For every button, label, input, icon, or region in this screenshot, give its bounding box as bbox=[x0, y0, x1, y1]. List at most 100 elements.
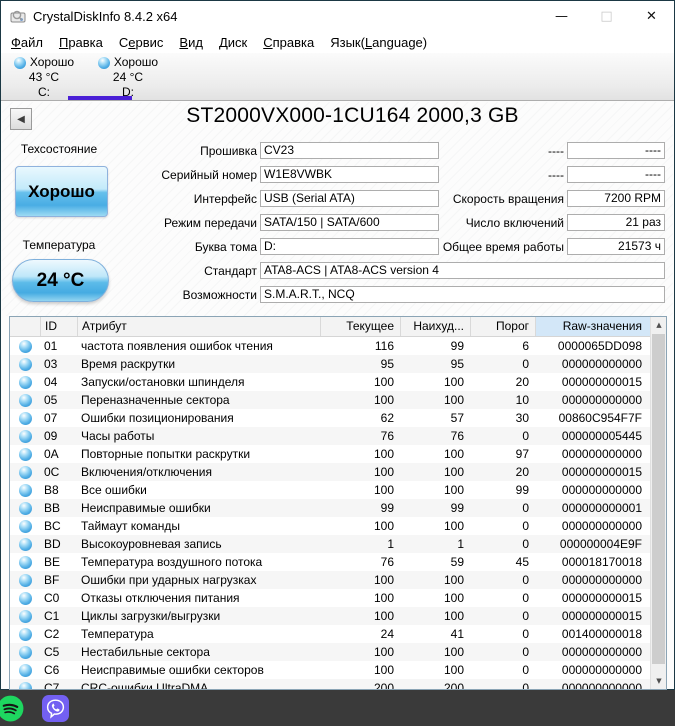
field-label: Скорость вращения bbox=[452, 192, 564, 206]
table-cell: Температура воздушного потока bbox=[81, 555, 263, 569]
viber-icon[interactable] bbox=[42, 695, 69, 722]
menu-item[interactable]: Файл bbox=[3, 33, 51, 52]
back-button[interactable]: ◀ bbox=[10, 108, 32, 130]
drive-tab-C[interactable]: Хорошо 43 °C C: bbox=[2, 55, 86, 99]
maximize-button[interactable]: □ bbox=[584, 1, 629, 31]
table-cell: 000000000000 bbox=[561, 573, 642, 587]
table-row[interactable]: 09 Часы работы 76 76 0 000000005445 bbox=[10, 427, 650, 445]
table-cell: Нестабильные сектора bbox=[81, 645, 210, 659]
status-cell bbox=[10, 481, 40, 499]
table-cell: 000000000000 bbox=[561, 357, 642, 371]
smart-table-body: 01 частота появления ошибок чтения 116 99 6 0… bbox=[10, 337, 666, 690]
table-cell: 000000000000 bbox=[561, 447, 642, 461]
table-cell: 0A bbox=[44, 447, 59, 461]
header-cell[interactable]: ID bbox=[40, 317, 77, 336]
table-row[interactable]: BF Ошибки при ударных нагрузках 100 100 0 000… bbox=[10, 571, 650, 589]
table-cell: BD bbox=[44, 537, 61, 551]
field-value-box[interactable]: 21573 ч bbox=[567, 238, 665, 255]
table-cell: 0 bbox=[522, 357, 529, 371]
header-cell[interactable]: Raw-значения bbox=[535, 317, 650, 336]
table-cell: 000000000015 bbox=[561, 465, 642, 479]
drive-tab-D[interactable]: Хорошо 24 °C D: bbox=[86, 55, 170, 99]
minimize-button[interactable]: — bbox=[539, 1, 584, 31]
table-cell: 100 bbox=[443, 375, 464, 389]
table-row[interactable]: 01 частота появления ошибок чтения 116 99 6 0… bbox=[10, 337, 650, 355]
close-button[interactable]: ✕ bbox=[629, 1, 674, 31]
table-cell: Переназначенные сектора bbox=[81, 393, 230, 407]
table-cell: 0 bbox=[522, 537, 529, 551]
table-row[interactable]: BC Таймаут команды 100 100 0 000000000000 bbox=[10, 517, 650, 535]
status-cell bbox=[10, 499, 40, 517]
field-value-box[interactable]: D: bbox=[260, 238, 439, 255]
table-cell: 100 bbox=[373, 573, 394, 587]
status-cell bbox=[10, 445, 40, 463]
table-row[interactable]: 07 Ошибки позиционирования 62 57 30 00860C954… bbox=[10, 409, 650, 427]
field-label: Серийный номер bbox=[161, 168, 257, 182]
field-value-box[interactable]: W1E8VWBK bbox=[260, 166, 439, 183]
menu-item[interactable]: Правка bbox=[51, 33, 111, 52]
field-value-box[interactable]: 7200 RPM bbox=[567, 190, 665, 207]
header-cell[interactable] bbox=[10, 317, 40, 336]
scrollbar-down-icon[interactable]: ▼ bbox=[651, 673, 666, 689]
titlebar: CrystalDiskInfo 8.4.2 x64 — □ ✕ bbox=[1, 1, 674, 31]
status-cell bbox=[10, 355, 40, 373]
table-row[interactable]: 04 Запуски/остановки шпинделя 100 100 20 0000… bbox=[10, 373, 650, 391]
drive-title: ST2000VX000-1CU164 2000,3 GB bbox=[186, 104, 519, 127]
table-row[interactable]: 05 Переназначенные сектора 100 100 10 0000000… bbox=[10, 391, 650, 409]
status-orb-icon bbox=[18, 663, 32, 677]
vertical-scrollbar[interactable]: ▲ ▼ bbox=[650, 317, 666, 689]
field-value-box[interactable]: ---- bbox=[567, 166, 665, 183]
health-status-button[interactable]: Хорошо bbox=[15, 166, 108, 217]
menu-item[interactable]: Справка bbox=[255, 33, 322, 52]
table-row[interactable]: C7 CRC-ошибки UltraDMA 200 200 0 000000000000 bbox=[10, 679, 650, 690]
table-row[interactable]: BD Высокоуровневая запись 1 1 0 000000004E9F bbox=[10, 535, 650, 553]
header-cell[interactable]: Текущее bbox=[320, 317, 400, 336]
header-cell[interactable]: Наихуд... bbox=[400, 317, 470, 336]
table-row[interactable]: C1 Циклы загрузки/выгрузки 100 100 0 00000000… bbox=[10, 607, 650, 625]
field-value-box[interactable]: 21 раз bbox=[567, 214, 665, 231]
scrollbar-up-icon[interactable]: ▲ bbox=[651, 317, 666, 333]
table-cell: Ошибки при ударных нагрузках bbox=[81, 573, 257, 587]
table-row[interactable]: 0A Повторные попытки раскрутки 100 100 97 000… bbox=[10, 445, 650, 463]
table-row[interactable]: C2 Температура 24 41 0 001400000018 bbox=[10, 625, 650, 643]
table-cell: BE bbox=[44, 555, 61, 569]
table-row[interactable]: 03 Время раскрутки 95 95 0 000000000000 bbox=[10, 355, 650, 373]
status-cell bbox=[10, 589, 40, 607]
table-row[interactable]: C6 Неисправимые ошибки секторов 100 100 0 000… bbox=[10, 661, 650, 679]
table-row[interactable]: BE Температура воздушного потока 76 59 45 000… bbox=[10, 553, 650, 571]
table-cell: CRC-ошибки UltraDMA bbox=[81, 681, 209, 690]
field-value-box[interactable]: ATA8-ACS | ATA8-ACS version 4 bbox=[260, 262, 665, 279]
menu-item[interactable]: Сервис bbox=[111, 33, 172, 52]
field-value-box[interactable]: SATA/150 | SATA/600 bbox=[260, 214, 439, 231]
field-value-box[interactable]: CV23 bbox=[260, 142, 439, 159]
status-orb-icon bbox=[18, 339, 32, 353]
scrollbar-thumb[interactable] bbox=[652, 334, 665, 664]
menu-item[interactable]: Диск bbox=[211, 33, 255, 52]
status-orb-icon bbox=[18, 465, 32, 479]
table-row[interactable]: B8 Все ошибки 100 100 99 000000000000 bbox=[10, 481, 650, 499]
table-row[interactable]: BB Неисправимые ошибки 99 99 0 000000000001 bbox=[10, 499, 650, 517]
table-cell: 45 bbox=[515, 555, 529, 569]
table-cell: 100 bbox=[443, 663, 464, 677]
table-row[interactable]: 0C Включения/отключения 100 100 20 0000000000… bbox=[10, 463, 650, 481]
field-value-box[interactable]: USB (Serial ATA) bbox=[260, 190, 439, 207]
table-row[interactable]: C0 Отказы отключения питания 100 100 0 000000… bbox=[10, 589, 650, 607]
table-cell: Высокоуровневая запись bbox=[81, 537, 222, 551]
table-cell: 000000005445 bbox=[561, 429, 642, 443]
status-cell bbox=[10, 625, 40, 643]
temperature-button[interactable]: 24 °C bbox=[12, 259, 109, 302]
table-row[interactable]: C5 Нестабильные сектора 100 100 0 00000000000… bbox=[10, 643, 650, 661]
field-label: ---- bbox=[548, 144, 564, 158]
header-cell[interactable]: Порог bbox=[470, 317, 535, 336]
menu-item[interactable]: Язык(Language) bbox=[322, 33, 435, 52]
field-value-box[interactable]: ---- bbox=[567, 142, 665, 159]
field-value-box[interactable]: S.M.A.R.T., NCQ bbox=[260, 286, 665, 303]
back-arrow-icon: ◀ bbox=[17, 113, 25, 125]
drive-tab-temp: 24 °C bbox=[112, 70, 144, 84]
table-cell: Часы работы bbox=[81, 429, 155, 443]
header-cell[interactable]: Атрибут bbox=[77, 317, 320, 336]
menu-item[interactable]: Вид bbox=[171, 33, 211, 52]
spotify-icon[interactable] bbox=[0, 695, 24, 722]
table-cell: BF bbox=[44, 573, 60, 587]
table-cell: частота появления ошибок чтения bbox=[81, 339, 273, 353]
